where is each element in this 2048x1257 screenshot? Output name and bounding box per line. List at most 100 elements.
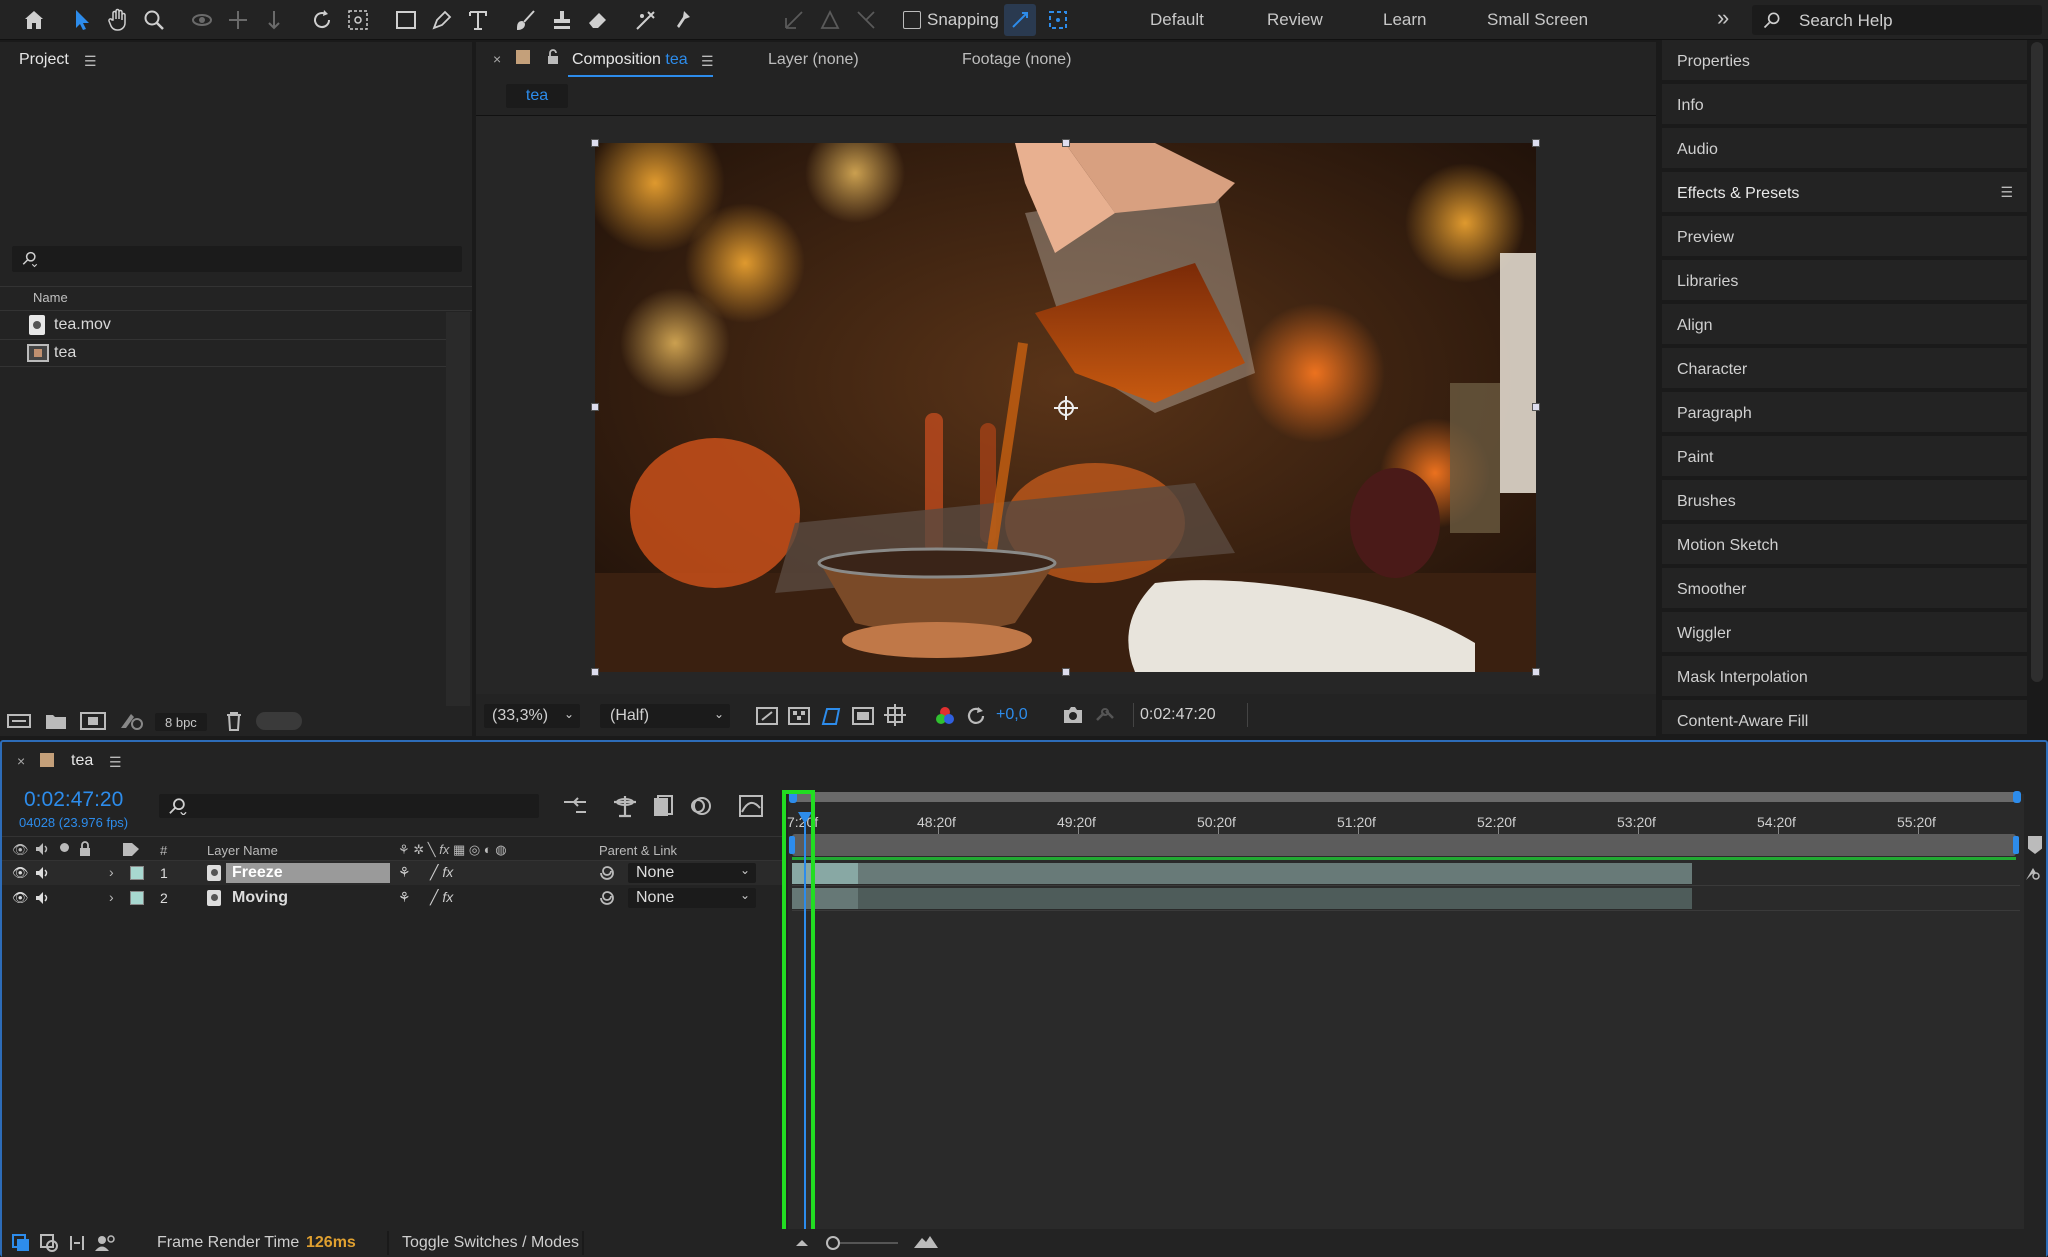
rectangle-tool-icon[interactable] <box>390 4 422 36</box>
panel-properties[interactable]: Properties <box>1662 40 2027 82</box>
layer-label-color[interactable] <box>130 891 144 905</box>
workspace-overflow-icon[interactable]: » <box>1717 5 1729 31</box>
panel-paint[interactable]: Paint <box>1662 436 2027 478</box>
project-column-name[interactable]: Name <box>33 290 68 305</box>
transparency-grid-icon[interactable] <box>788 706 810 726</box>
layer-bar-moving[interactable] <box>792 888 1692 909</box>
project-item[interactable]: tea <box>0 340 446 366</box>
col-layer-name[interactable]: Layer Name <box>207 843 278 858</box>
new-composition-icon[interactable] <box>80 712 106 730</box>
panel-info[interactable]: Info <box>1662 84 2027 126</box>
lock-icon[interactable] <box>546 49 560 65</box>
panel-content-aware-fill[interactable]: Content-Aware Fill <box>1662 700 2027 736</box>
right-panel-scrollbar[interactable] <box>2031 42 2043 682</box>
region-of-interest-icon[interactable] <box>852 706 874 726</box>
hand-tool-icon[interactable] <box>102 4 134 36</box>
work-area-bar[interactable] <box>792 834 2016 856</box>
panel-libraries[interactable]: Libraries <box>1662 260 2027 302</box>
project-panel-title[interactable]: Project <box>19 51 69 69</box>
reset-exposure-icon[interactable] <box>965 705 987 727</box>
tab-composition[interactable]: Composition tea <box>572 51 688 69</box>
timeline-track-area[interactable] <box>788 794 2024 1235</box>
timeline-search-input[interactable] <box>159 794 539 818</box>
close-icon[interactable]: × <box>17 753 25 769</box>
composition-mini-flowchart-icon[interactable] <box>562 796 588 818</box>
type-tool-icon[interactable] <box>462 4 494 36</box>
project-scrollbar[interactable] <box>446 312 470 724</box>
layer-row[interactable]: 👁 › 2 Moving ⚘ ╱ fx None ⌄ <box>2 886 782 910</box>
eye-icon[interactable]: 👁 <box>12 865 29 881</box>
selection-handle[interactable] <box>1532 403 1540 411</box>
tab-layer[interactable]: Layer (none) <box>768 51 859 69</box>
navigator-end-handle[interactable] <box>2013 791 2021 803</box>
roto-brush-tool-icon[interactable] <box>630 4 662 36</box>
timeline-comp-tab[interactable]: tea <box>71 752 93 770</box>
selection-handle[interactable] <box>1062 668 1070 676</box>
layer-label-color[interactable] <box>130 866 144 880</box>
zoom-dropdown[interactable]: (33,3%) ⌄ <box>484 704 580 728</box>
anchor-point-tool-icon[interactable] <box>342 4 374 36</box>
graph-editor-icon[interactable] <box>738 794 764 818</box>
selection-handle[interactable] <box>591 139 599 147</box>
bit-depth-button[interactable]: 8 bpc <box>155 713 207 731</box>
snap-edges-icon[interactable] <box>1004 4 1036 36</box>
breadcrumb-tea[interactable]: tea <box>506 84 568 108</box>
search-help-field[interactable]: Search Help <box>1752 5 2042 35</box>
chevron-right-icon[interactable]: › <box>109 889 114 905</box>
col-parent-link[interactable]: Parent & Link <box>599 843 677 858</box>
panel-smoother[interactable]: Smoother <box>1662 568 2027 610</box>
parent-dropdown[interactable]: None ⌄ <box>628 863 756 883</box>
time-navigator[interactable] <box>792 792 2020 802</box>
panel-motion-sketch[interactable]: Motion Sketch <box>1662 524 2027 566</box>
channel-icon[interactable] <box>934 705 956 727</box>
grid-guide-icon[interactable] <box>884 704 906 726</box>
composition-menu-icon[interactable]: ☰ <box>701 53 714 70</box>
parent-dropdown[interactable]: None ⌄ <box>628 888 756 908</box>
frame-blending-icon[interactable] <box>650 794 674 818</box>
layer-solo-icon[interactable] <box>2024 866 2042 882</box>
rotation-tool-icon[interactable] <box>306 4 338 36</box>
panel-paragraph[interactable]: Paragraph <box>1662 392 2027 434</box>
clone-stamp-tool-icon[interactable] <box>546 4 578 36</box>
transfer-controls-toggle-icon[interactable] <box>40 1234 58 1252</box>
selection-handle[interactable] <box>591 668 599 676</box>
workspace-small-screen[interactable]: Small Screen <box>1487 10 1588 30</box>
project-item[interactable]: tea.mov <box>0 312 446 338</box>
selection-handle[interactable] <box>591 403 599 411</box>
render-time-toggle-icon[interactable] <box>94 1234 116 1252</box>
home-icon[interactable] <box>18 4 50 36</box>
local-axis-icon[interactable] <box>778 4 810 36</box>
workspace-learn[interactable]: Learn <box>1383 10 1426 30</box>
zoom-in-icon[interactable] <box>912 1232 940 1250</box>
layer-name[interactable]: Freeze <box>232 864 283 882</box>
new-folder-icon[interactable] <box>45 712 67 730</box>
project-footer-slider[interactable] <box>256 712 302 730</box>
selection-handle[interactable] <box>1532 668 1540 676</box>
speaker-icon[interactable] <box>34 891 50 905</box>
close-icon[interactable]: × <box>493 51 501 67</box>
panel-effects-presets[interactable]: Effects & Presets ☰ <box>1662 172 2027 214</box>
exposure-value[interactable]: +0,0 <box>996 706 1028 724</box>
project-menu-icon[interactable]: ☰ <box>84 53 97 70</box>
world-axis-icon[interactable] <box>814 4 846 36</box>
project-search-input[interactable] <box>12 246 462 272</box>
snapping-checkbox[interactable] <box>903 11 921 29</box>
effects-menu-icon[interactable]: ☰ <box>2000 184 2013 201</box>
workspace-review[interactable]: Review <box>1267 10 1323 30</box>
tab-footage[interactable]: Footage (none) <box>962 51 1071 69</box>
selection-tool-icon[interactable] <box>66 4 98 36</box>
panel-audio[interactable]: Audio <box>1662 128 2027 170</box>
panel-character[interactable]: Character <box>1662 348 2027 390</box>
zoom-out-icon[interactable] <box>794 1236 810 1248</box>
project-settings-icon[interactable] <box>118 711 144 731</box>
view-axis-icon[interactable] <box>850 4 882 36</box>
panel-brushes[interactable]: Brushes <box>1662 480 2027 522</box>
panel-mask-interpolation[interactable]: Mask Interpolation <box>1662 656 2027 698</box>
snap-features-icon[interactable] <box>1042 4 1074 36</box>
snapshot-camera-icon[interactable] <box>1062 705 1084 725</box>
current-time[interactable]: 0:02:47:20 <box>24 788 123 812</box>
dolly-camera-icon[interactable] <box>258 4 290 36</box>
draft-3d-icon[interactable] <box>612 794 638 818</box>
pick-whip-icon[interactable] <box>598 864 616 882</box>
timeline-menu-icon[interactable]: ☰ <box>109 754 122 771</box>
